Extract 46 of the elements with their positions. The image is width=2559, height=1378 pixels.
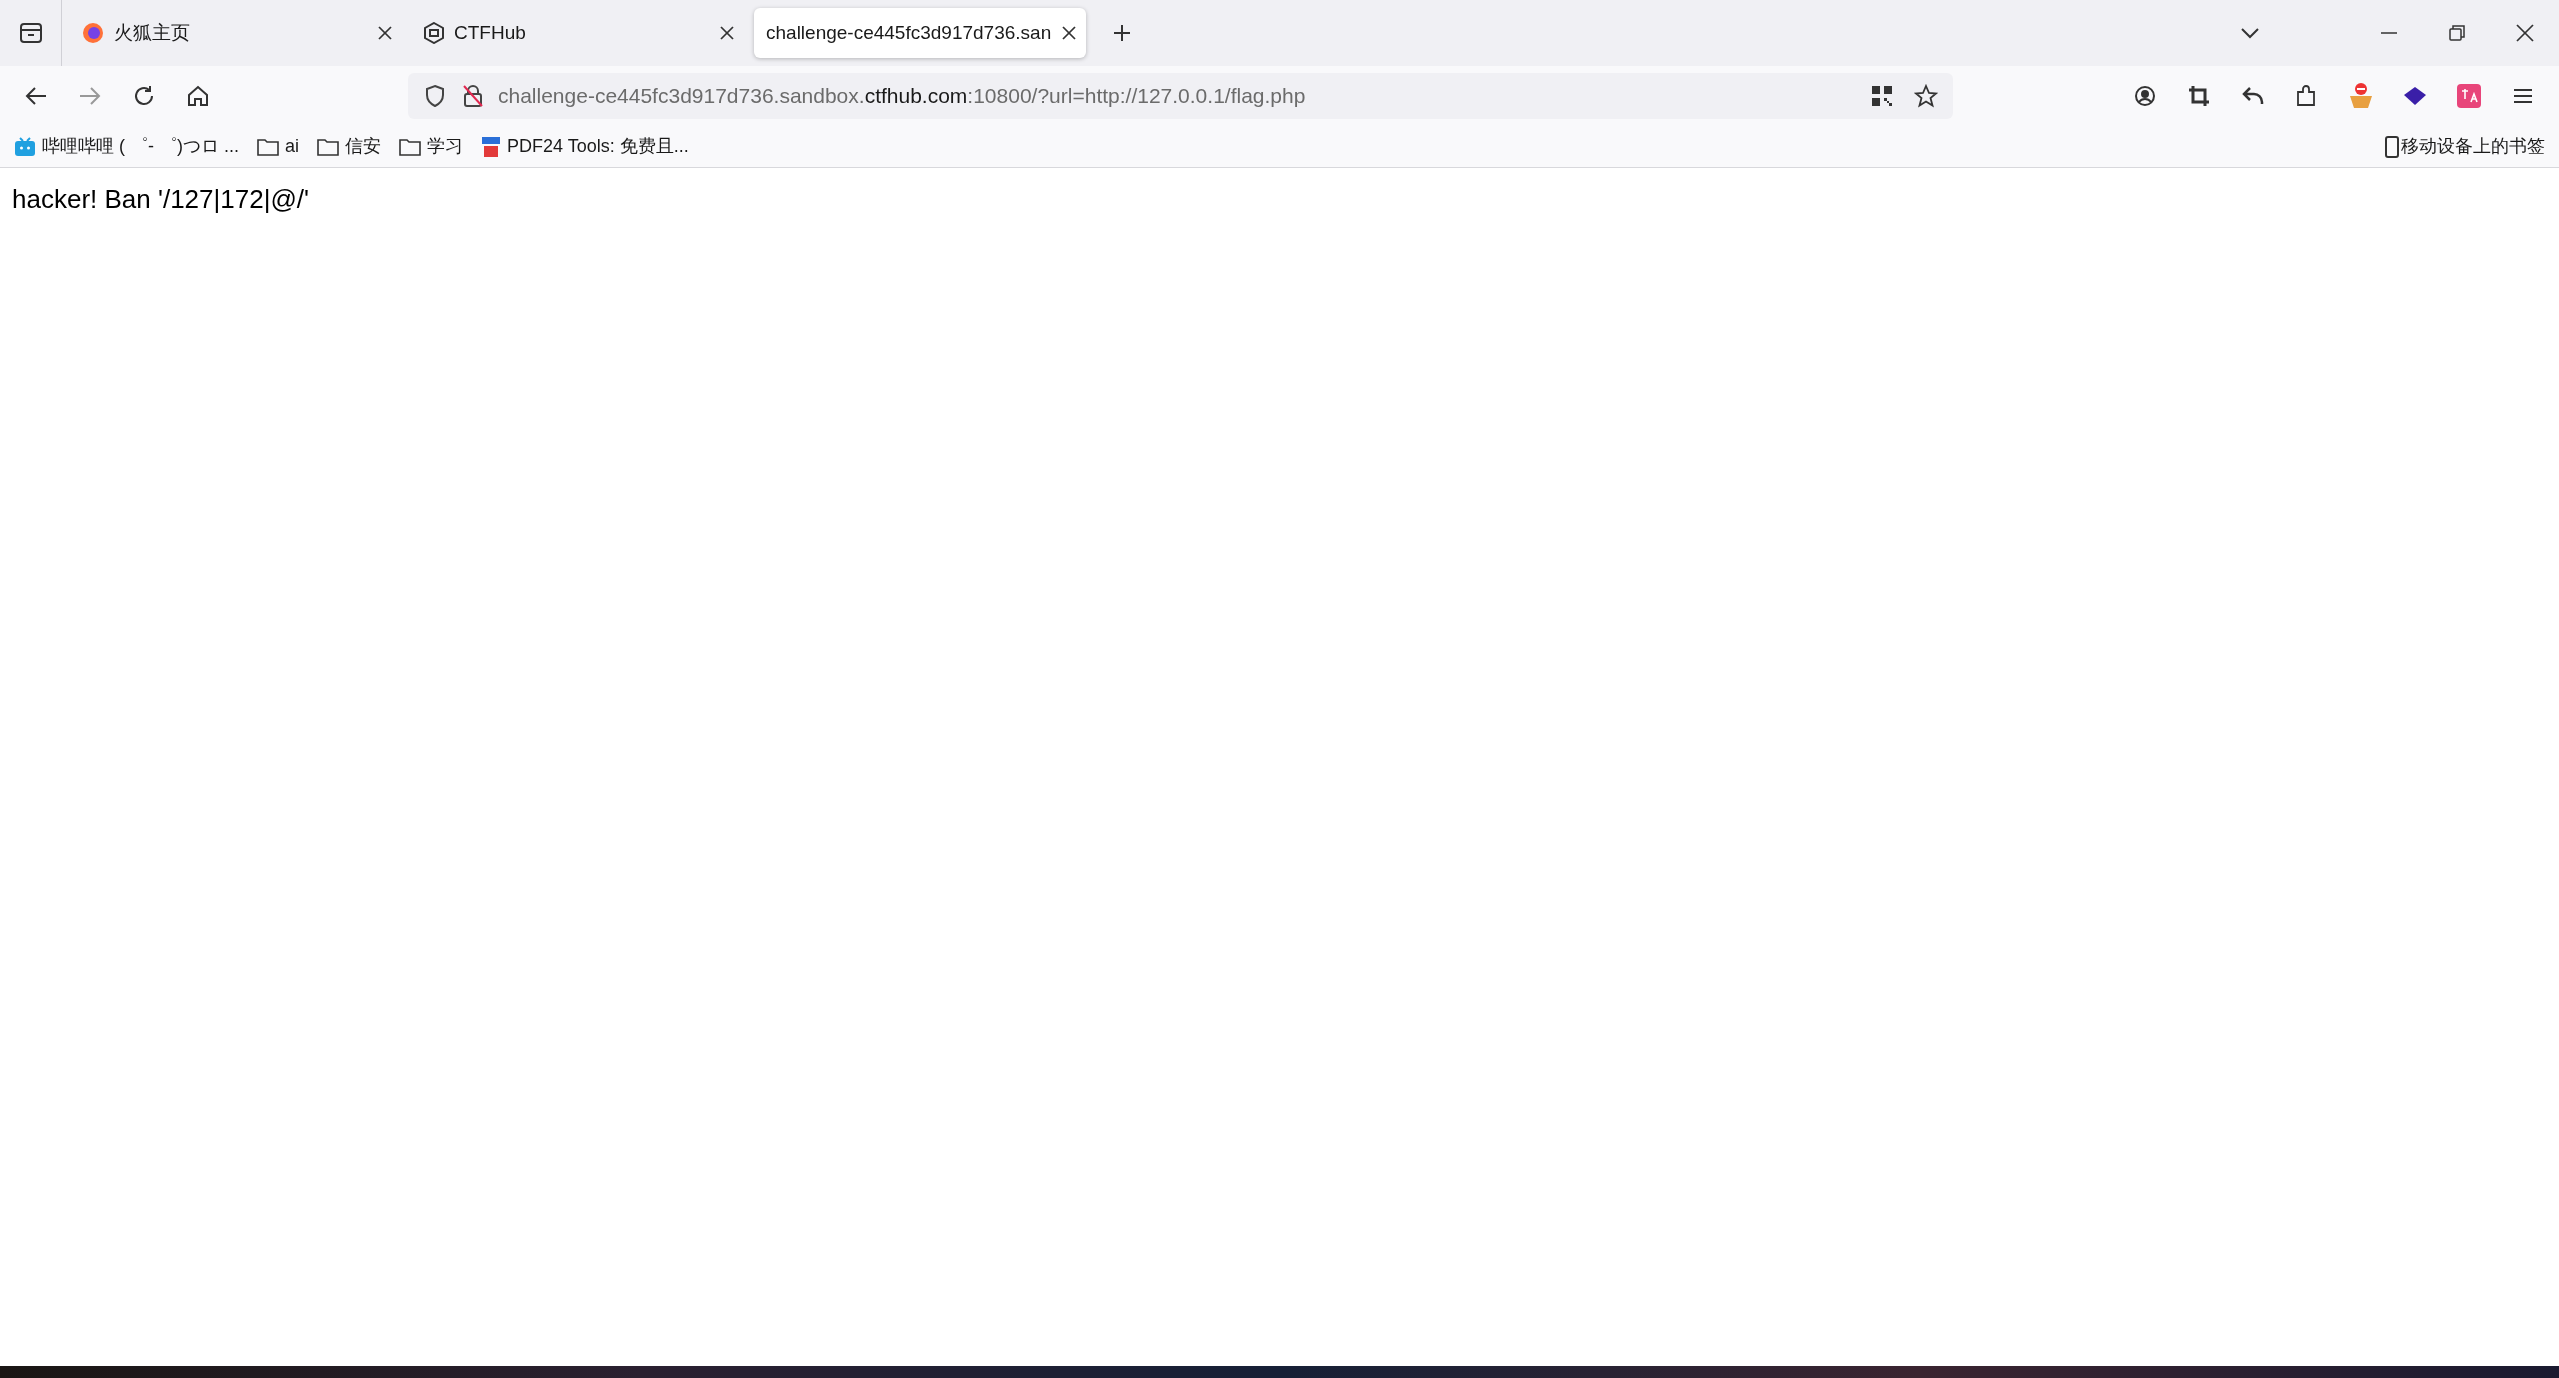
forward-arrow-icon <box>79 86 101 106</box>
tv-logo-icon <box>14 136 36 157</box>
bookmark-item[interactable]: 学习 <box>399 133 463 160</box>
chevron-down-icon <box>2240 27 2260 39</box>
puzzle-icon <box>2296 84 2318 108</box>
home-icon <box>187 85 209 107</box>
tab-title: challenge-ce445fc3d917d736.san <box>766 20 1052 45</box>
browser-logo-icon <box>82 22 104 44</box>
translate-icon <box>2457 84 2481 108</box>
browser-tab[interactable]: 火狐主页 <box>70 8 402 58</box>
back-arrow-icon <box>25 86 47 106</box>
close-icon[interactable] <box>720 26 734 40</box>
address-bar[interactable]: challenge-ce445fc3d917d736.sandbox.ctfhub.com:10800/?url=http://127.0.0.1/flag.php <box>408 73 1953 119</box>
tab-list-icon <box>18 22 43 44</box>
folder-icon <box>317 137 339 156</box>
reload-icon <box>133 85 155 107</box>
folder-icon <box>399 137 421 156</box>
hexagon-logo-icon <box>424 22 444 44</box>
plus-icon <box>1112 23 1132 43</box>
restore-icon <box>2449 25 2465 41</box>
bookmark-item[interactable]: 信安 <box>317 133 381 160</box>
qr-code-icon <box>1871 85 1893 107</box>
account-icon <box>2134 85 2156 107</box>
tab-title: 火狐主页 <box>114 20 191 45</box>
close-icon[interactable] <box>1062 26 1076 40</box>
tab-title: CTFHub <box>454 20 527 45</box>
crop-icon <box>2188 85 2210 107</box>
menu-icon <box>2513 88 2533 104</box>
page-text: hacker! Ban '/127|172|@/' <box>12 183 310 216</box>
bookmark-item[interactable]: 哔哩哔哩 ( ゜- ゜)つロ ... <box>14 133 239 160</box>
insecure-lock-icon <box>462 84 484 108</box>
undo-arrow-icon <box>2242 86 2264 106</box>
url-text: challenge-ce445fc3d917d736.sandbox.ctfhub.com:10800/?url=http://127.0.0.1/flag.php <box>498 83 1306 110</box>
extension-icon <box>2348 82 2374 110</box>
star-icon <box>1914 84 1938 108</box>
bookmark-item[interactable]: PDF24 Tools: 免费且... <box>481 133 689 160</box>
bookmark-item[interactable]: ai <box>257 133 299 160</box>
close-icon <box>2516 24 2534 42</box>
minimize-icon <box>2381 32 2397 34</box>
shield-icon <box>424 84 446 108</box>
browser-tab[interactable]: challenge-ce445fc3d917d736.san <box>754 8 1086 58</box>
browser-tab[interactable]: CTFHub <box>412 8 744 58</box>
phone-icon <box>2385 135 2399 158</box>
mobile-bookmarks-button[interactable]: 移动设备上的书签 <box>2385 133 2545 160</box>
folder-icon <box>257 137 279 156</box>
close-icon[interactable] <box>378 26 392 40</box>
